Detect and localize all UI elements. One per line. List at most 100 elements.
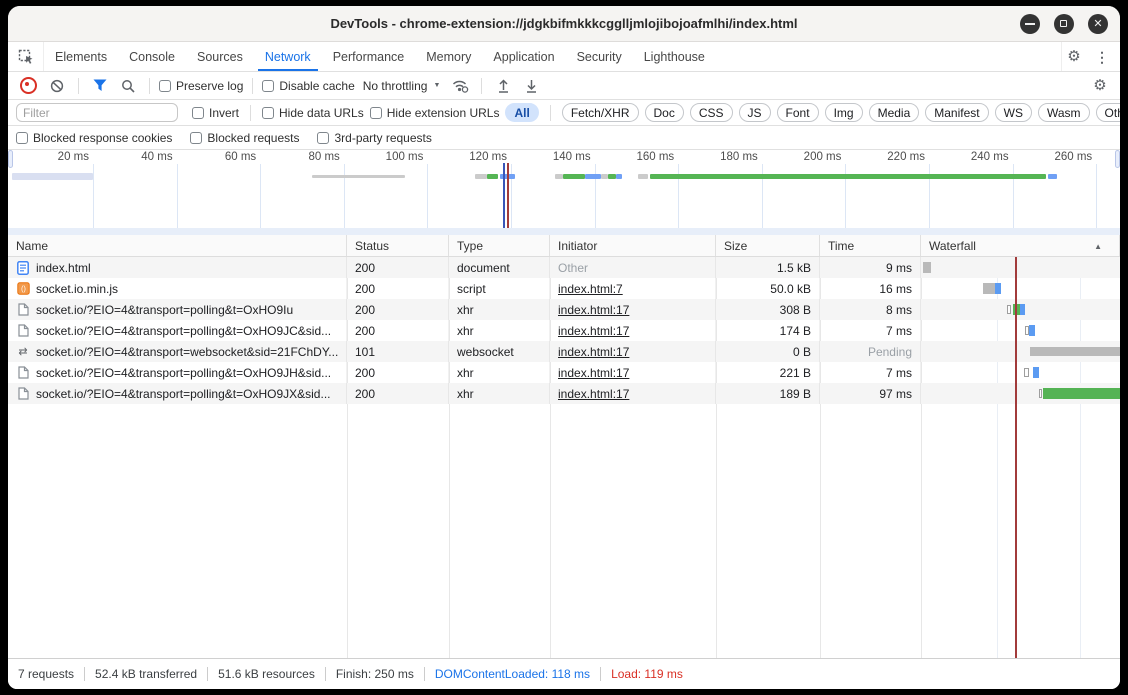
request-name-cell[interactable]: index.html [8, 257, 347, 278]
ruler-gridline [93, 164, 94, 228]
tab-sources[interactable]: Sources [186, 42, 254, 71]
size-cell: 174 B [716, 320, 820, 341]
request-row[interactable]: socket.io/?EIO=4&transport=polling&t=OxH… [8, 362, 1120, 383]
time-cell: 16 ms [820, 278, 921, 299]
disable-cache-checkbox[interactable]: Disable cache [262, 79, 354, 93]
column-header-type[interactable]: Type [449, 235, 550, 256]
filter-input[interactable] [16, 103, 178, 122]
tab-network[interactable]: Network [254, 42, 322, 71]
filter-pill-media[interactable]: Media [869, 103, 920, 122]
inspect-element-button[interactable] [8, 42, 44, 71]
column-header-initiator[interactable]: Initiator [550, 235, 716, 256]
divider [550, 105, 551, 121]
time-cell: 97 ms [820, 383, 921, 404]
record-button[interactable] [20, 77, 37, 94]
filter-pill-img[interactable]: Img [825, 103, 863, 122]
initiator-link[interactable]: index.html:7 [558, 282, 623, 296]
minimize-button[interactable] [1020, 14, 1040, 34]
timeline-overview[interactable]: 20 ms40 ms60 ms80 ms100 ms120 ms140 ms16… [8, 150, 1120, 228]
column-header-status[interactable]: Status [347, 235, 449, 256]
status-load[interactable]: Load: 119 ms [611, 667, 683, 681]
filter-pill-manifest[interactable]: Manifest [925, 103, 988, 122]
column-header-time[interactable]: Time [820, 235, 921, 256]
preserve-log-checkbox[interactable]: Preserve log [159, 79, 243, 93]
invert-checkbox[interactable]: Invert [192, 106, 239, 120]
sort-ascending-icon[interactable]: ▲ [1094, 242, 1102, 251]
request-row[interactable]: ⇄socket.io/?EIO=4&transport=websocket&si… [8, 341, 1120, 362]
initiator-cell: index.html:17 [550, 362, 716, 383]
divider [207, 667, 208, 681]
initiator-link[interactable]: index.html:17 [558, 387, 629, 401]
request-row[interactable]: socket.io/?EIO=4&transport=polling&t=OxH… [8, 299, 1120, 320]
checkbox-icon [159, 80, 171, 92]
tab-application[interactable]: Application [482, 42, 565, 71]
maximize-button[interactable] [1054, 14, 1074, 34]
search-button[interactable] [116, 74, 140, 98]
request-row[interactable]: socket.io/?EIO=4&transport=polling&t=OxH… [8, 320, 1120, 341]
request-name-cell[interactable]: socket.io/?EIO=4&transport=polling&t=OxH… [8, 383, 347, 404]
request-row[interactable]: socket.io/?EIO=4&transport=polling&t=OxH… [8, 383, 1120, 404]
request-name-cell[interactable]: socket.io/?EIO=4&transport=polling&t=OxH… [8, 299, 347, 320]
initiator-link[interactable]: index.html:17 [558, 324, 629, 338]
filter-pill-other[interactable]: Other [1096, 103, 1120, 122]
overview-request-bar [638, 174, 648, 179]
waterfall-bar-wgreen [1043, 388, 1120, 399]
time-cell: 7 ms [820, 362, 921, 383]
type-cell: xhr [449, 362, 550, 383]
status-dcl[interactable]: DOMContentLoaded: 118 ms [435, 667, 590, 681]
tab-memory[interactable]: Memory [415, 42, 482, 71]
clear-button[interactable] [45, 74, 69, 98]
filter-pill-font[interactable]: Font [777, 103, 819, 122]
settings-button[interactable]: ⚙ [1062, 45, 1086, 69]
tab-lighthouse[interactable]: Lighthouse [633, 42, 716, 71]
network-settings-button[interactable]: ⚙ [1088, 74, 1112, 98]
waterfall-bar-wbox [1039, 389, 1042, 398]
hide-extension-urls-checkbox[interactable]: Hide extension URLs [370, 106, 500, 120]
request-name: socket.io/?EIO=4&transport=polling&t=OxH… [36, 387, 330, 401]
request-row[interactable]: index.html200documentOther1.5 kB9 ms [8, 257, 1120, 278]
request-name-cell[interactable]: socket.io/?EIO=4&transport=polling&t=OxH… [8, 320, 347, 341]
initiator-link[interactable]: index.html:17 [558, 303, 629, 317]
filter-pill-ws[interactable]: WS [995, 103, 1032, 122]
initiator-cell: index.html:7 [550, 278, 716, 299]
network-conditions-button[interactable] [448, 74, 472, 98]
request-row[interactable]: ()socket.io.min.js200scriptindex.html:75… [8, 278, 1120, 299]
tab-elements[interactable]: Elements [44, 42, 118, 71]
tab-performance[interactable]: Performance [322, 42, 416, 71]
tab-security[interactable]: Security [566, 42, 633, 71]
filter-pill-css[interactable]: CSS [690, 103, 733, 122]
filter-pill-doc[interactable]: Doc [645, 103, 684, 122]
more-options-button[interactable]: ⋮ [1090, 45, 1114, 69]
divider [424, 667, 425, 681]
overview-left-handle[interactable] [8, 150, 13, 168]
filter-pill-all[interactable]: All [505, 103, 538, 122]
column-header-waterfall[interactable]: Waterfall [921, 235, 1120, 256]
request-name-cell[interactable]: ⇄socket.io/?EIO=4&transport=websocket&si… [8, 341, 347, 362]
filter-pill-fetch-xhr[interactable]: Fetch/XHR [562, 103, 639, 122]
blocked-options-row: Blocked response cookies Blocked requests… [8, 126, 1120, 150]
filter-pill-js[interactable]: JS [739, 103, 771, 122]
import-har-button[interactable] [491, 74, 515, 98]
size-cell: 0 B [716, 341, 820, 362]
throttling-dropdown[interactable]: No throttling ▼ [359, 79, 445, 93]
export-har-button[interactable] [519, 74, 543, 98]
resource-type-filters: All Fetch/XHR Doc CSS JS Font Img Media Manifest… [505, 103, 1120, 122]
hide-data-urls-checkbox[interactable]: Hide data URLs [262, 106, 364, 120]
column-header-size[interactable]: Size [716, 235, 820, 256]
close-button[interactable]: ✕ [1088, 14, 1108, 34]
tab-console[interactable]: Console [118, 42, 186, 71]
initiator-link[interactable]: index.html:17 [558, 366, 629, 380]
request-name: index.html [36, 261, 91, 275]
funnel-icon [93, 79, 107, 92]
initiator-link[interactable]: index.html:17 [558, 345, 629, 359]
request-name-cell[interactable]: socket.io/?EIO=4&transport=polling&t=OxH… [8, 362, 347, 383]
blocked-response-cookies-checkbox[interactable]: Blocked response cookies [16, 131, 172, 145]
filter-pill-wasm[interactable]: Wasm [1038, 103, 1090, 122]
overview-right-handle[interactable] [1115, 150, 1120, 168]
blocked-requests-checkbox[interactable]: Blocked requests [190, 131, 299, 145]
filter-toggle-button[interactable] [88, 74, 112, 98]
checkbox-icon [262, 80, 274, 92]
request-name-cell[interactable]: ()socket.io.min.js [8, 278, 347, 299]
column-header-name[interactable]: Name [8, 235, 347, 256]
3rd-party-requests-checkbox[interactable]: 3rd-party requests [317, 131, 431, 145]
